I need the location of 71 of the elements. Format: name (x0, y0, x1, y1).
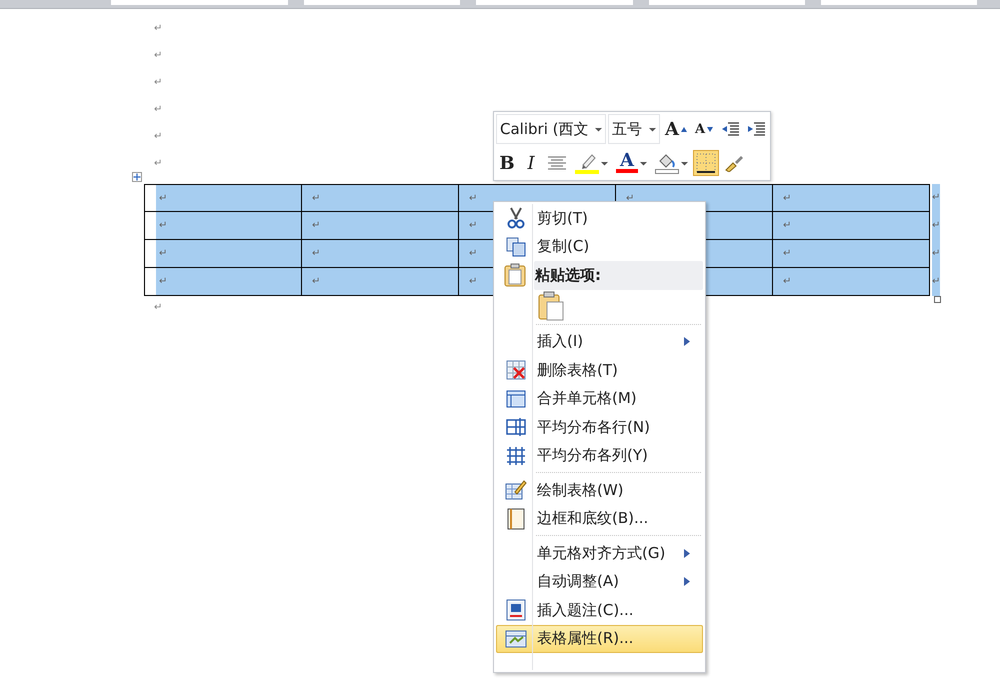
move-handle-icon (132, 172, 142, 182)
bold-button[interactable]: B (496, 150, 518, 176)
caret-icon (649, 126, 656, 132)
table-cell: ↵ (144, 268, 302, 296)
menu-item[interactable]: 平均分布各列(Y) (496, 442, 703, 470)
paragraph-mark: ↵ (153, 157, 162, 171)
paragraph-mark: ↵ (153, 301, 162, 315)
brush-icon (724, 154, 744, 172)
table-cell: ↵ (302, 184, 459, 212)
highlighter-icon (575, 152, 599, 174)
row-end-mark: ↵ (932, 268, 940, 296)
caret-icon (601, 160, 608, 166)
menu-item[interactable]: 边框和底纹(B)... (496, 504, 703, 533)
distribute-rows-icon (506, 417, 526, 438)
paragraph-mark: ↵ (153, 22, 162, 36)
row-end-mark: ↵ (932, 184, 940, 212)
menu-item[interactable]: 插入(I) (496, 328, 703, 356)
italic-button[interactable]: I (520, 150, 542, 176)
caret-icon (681, 160, 688, 166)
distribute-columns-icon (506, 446, 526, 466)
table-cell: ↵ (773, 268, 930, 296)
menu-item[interactable]: 单元格对齐方式(G) (496, 539, 703, 568)
table-cell: ↵ (302, 268, 459, 296)
table-cell: ↵ (144, 240, 302, 268)
table-cell: ↵ (144, 184, 302, 212)
menu-item[interactable]: 平均分布各行(N) (496, 413, 703, 442)
delete-table-icon (506, 360, 526, 380)
paragraph-mark: ↵ (153, 76, 162, 90)
paste-button[interactable] (538, 290, 564, 320)
table-cell: ↵ (773, 240, 930, 268)
menu-item[interactable]: 表格属性(R)... (496, 624, 703, 653)
font-field[interactable]: Calibri (西文 (496, 114, 606, 144)
paragraph-mark: ↵ (153, 130, 162, 144)
menu-item[interactable]: 删除表格(T) (496, 356, 703, 384)
borders-icon (696, 153, 716, 173)
row-end-mark: ↵ (932, 212, 940, 240)
table-cell: ↵ (773, 184, 930, 212)
center-align-icon (547, 156, 567, 170)
menu-item[interactable]: 合并单元格(M) (496, 384, 703, 413)
paragraph-mark: ↵ (153, 103, 162, 117)
row-end-mark: ↵ (932, 240, 940, 268)
clipboard-icon (504, 263, 526, 288)
draw-table-icon (505, 479, 527, 502)
font-size-field[interactable]: 五号 (608, 114, 660, 144)
menu-item[interactable]: 自动调整(A) (496, 568, 703, 596)
insert-caption-icon (506, 599, 526, 622)
shrink-font-button[interactable]: A (692, 116, 716, 142)
menu-section-header: 粘贴选项: (534, 261, 703, 290)
merge-cells-icon (506, 390, 526, 408)
caret-icon (640, 160, 647, 166)
paint-bucket-icon (655, 152, 679, 174)
caret-icon (595, 126, 602, 132)
menu-item[interactable]: 绘制表格(W) (496, 476, 703, 504)
down-arrow-icon (707, 126, 714, 132)
table-properties-icon (505, 628, 527, 649)
decrease-indent-icon (721, 122, 740, 136)
grow-font-button[interactable]: A (662, 116, 690, 142)
table-cell: ↵ (144, 212, 302, 240)
table-cell: ↵ (302, 240, 459, 268)
borders-button[interactable] (693, 150, 719, 176)
table-cell: ↵ (302, 212, 459, 240)
font-color-button[interactable]: A (613, 150, 650, 176)
page-border-icon (507, 508, 525, 530)
paragraph-mark: ↵ (153, 49, 162, 63)
table-cell: ↵ (773, 212, 930, 240)
resize-handle[interactable] (934, 296, 941, 303)
menu-item[interactable]: 插入题注(C)... (496, 596, 703, 624)
scissors-icon (507, 207, 525, 230)
up-arrow-icon (680, 126, 687, 132)
copy-icon (506, 236, 526, 257)
increase-indent-icon (747, 122, 766, 136)
